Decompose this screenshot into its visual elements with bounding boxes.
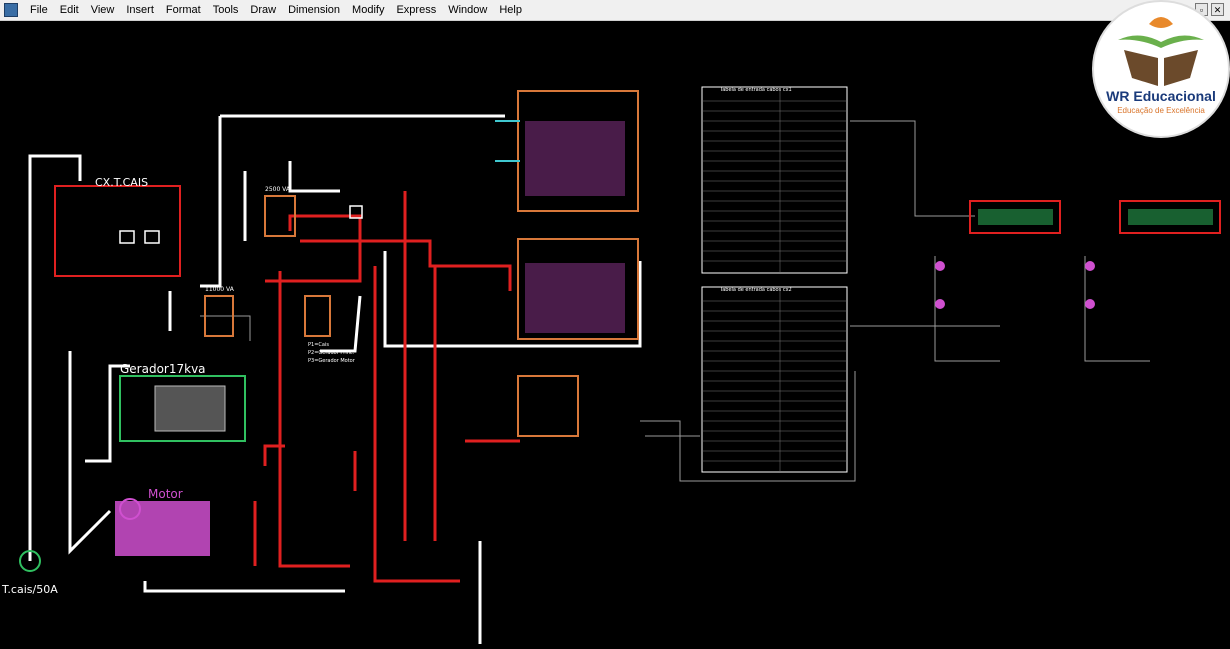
cyan-bus <box>495 120 520 162</box>
legend-p3: P3=Gerador Motor <box>308 358 356 364</box>
menu-help[interactable]: Help <box>493 0 528 20</box>
table-cx2-title: Tabela de entrada cabos cx2 <box>719 287 792 293</box>
terminal-pins <box>978 209 1213 225</box>
cx-tcais-box <box>54 185 181 277</box>
menu-view[interactable]: View <box>85 0 121 20</box>
cx-tcais-label: CX.T.CAIS <box>95 176 148 189</box>
menu-edit[interactable]: Edit <box>54 0 85 20</box>
logo-subtitle: Educação de Excelência <box>1117 106 1205 115</box>
table-rows <box>702 87 847 472</box>
right-relays <box>935 261 1095 309</box>
wr-educacional-logo: WR Educacional Educação de Excelência <box>1094 2 1228 136</box>
logo-title: WR Educacional <box>1106 88 1216 104</box>
legend-p1: P1=Cais <box>308 342 329 348</box>
menu-draw[interactable]: Draw <box>244 0 282 20</box>
motor-label: Motor <box>148 487 183 501</box>
transformer-11000-label: 11000 VA <box>205 286 235 293</box>
gray-wiring <box>200 120 1150 482</box>
motor-drawing <box>115 501 210 556</box>
panel-low <box>517 375 579 437</box>
app-icon[interactable] <box>4 3 18 17</box>
cad-drawing: CX.T.CAIS 11000 VA 2500 VA P1=Cais P2=Ge… <box>1 86 1221 644</box>
switch-cgeral <box>304 295 331 337</box>
menu-file[interactable]: File <box>24 0 54 20</box>
drawing-canvas[interactable]: CX.T.CAIS 11000 VA 2500 VA P1=Cais P2=Ge… <box>0 21 1230 644</box>
menu-bar: File Edit View Insert Format Tools Draw … <box>0 0 1230 21</box>
menu-format[interactable]: Format <box>160 0 207 20</box>
book-logo-icon <box>1118 17 1204 86</box>
menu-insert[interactable]: Insert <box>120 0 160 20</box>
menu-modify[interactable]: Modify <box>346 0 390 20</box>
menu-window[interactable]: Window <box>442 0 493 20</box>
table-cx1 <box>701 86 848 274</box>
menu-express[interactable]: Express <box>390 0 442 20</box>
tcais-label: T.cais/50A <box>1 583 58 596</box>
red-wiring <box>253 191 520 583</box>
gerador-label: Gerador17kva <box>120 362 206 376</box>
table-cx2 <box>701 286 848 473</box>
transformer-2500-label: 2500 VA <box>265 186 291 193</box>
legend-p2: P2=Gerador Princ. <box>308 350 355 356</box>
table-cx1-title: Tabela de entrada cabos cx1 <box>719 87 792 93</box>
menu-tools[interactable]: Tools <box>207 0 245 20</box>
menu-dimension[interactable]: Dimension <box>282 0 346 20</box>
